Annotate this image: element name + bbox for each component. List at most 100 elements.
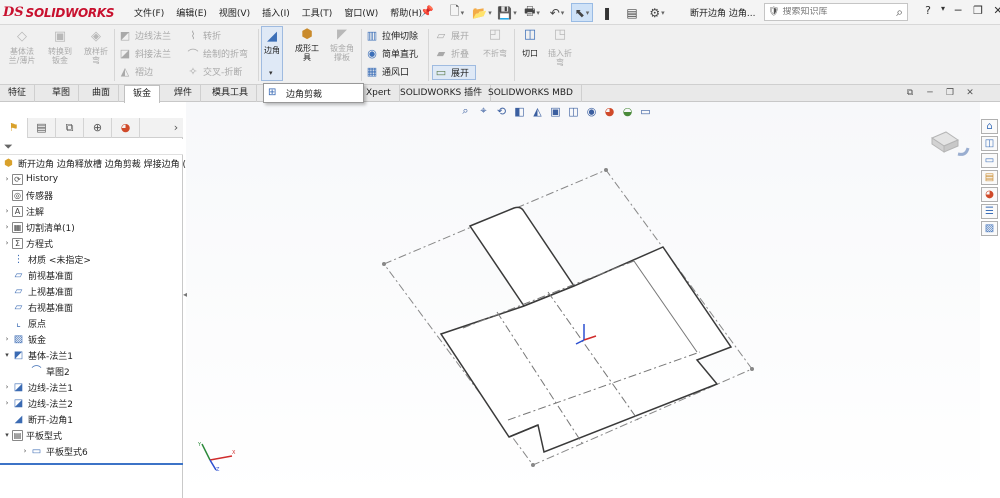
- restore-doc-icon[interactable]: ❐: [940, 88, 960, 98]
- undo-button[interactable]: ↶ ▾: [546, 3, 568, 22]
- minimize-icon[interactable]: ─: [948, 4, 968, 17]
- new-document-button[interactable]: 🗋 ▾: [446, 3, 468, 22]
- property-manager-tab[interactable]: ▤: [28, 117, 56, 138]
- simple-hole-button[interactable]: ◉ 简单直孔: [365, 46, 418, 61]
- tree-root[interactable]: ⬢ 断开边角 边角释放槽 边角剪裁 焊接边角 (: [2, 155, 186, 171]
- tab-mold-tools[interactable]: 模具工具: [204, 85, 258, 102]
- no-bends-button[interactable]: ◰ 不折弯: [478, 27, 512, 58]
- forming-tool-button[interactable]: ⬢ 成形工 具: [290, 27, 324, 62]
- tree-item[interactable]: ▱ 前视基准面: [2, 267, 73, 283]
- tree-item[interactable]: › ◪ 边线-法兰1: [2, 379, 73, 395]
- corner-trim-item[interactable]: 边角剪裁: [286, 87, 322, 100]
- tree-item[interactable]: › ▭ 平板型式6: [20, 443, 88, 459]
- tree-item[interactable]: › ▦ 切割清单(1): [2, 219, 75, 235]
- expand-arrow-icon[interactable]: ›: [20, 447, 30, 455]
- options-button[interactable]: ⚙ ▾: [646, 3, 668, 22]
- tree-item[interactable]: › ▨ 钣金: [2, 331, 46, 347]
- tree-item[interactable]: ⋮ 材质 <未指定>: [2, 251, 91, 267]
- tab-weldments[interactable]: 焊件: [166, 85, 202, 102]
- tree-item[interactable]: ▾ ▤ 平板型式: [2, 427, 62, 443]
- menu-window[interactable]: 窗口(W): [344, 6, 378, 19]
- menu-file[interactable]: 文件(F): [134, 6, 164, 19]
- corner-dropdown-arrow-icon[interactable]: ▾: [269, 69, 273, 77]
- tree-item[interactable]: ⌞ 原点: [2, 315, 46, 331]
- menu-insert[interactable]: 插入(I): [262, 6, 290, 19]
- menu-view[interactable]: 视图(V): [219, 6, 250, 19]
- custom-properties-icon[interactable]: ☰: [981, 204, 998, 219]
- tree-item[interactable]: ⌒ 草图2: [20, 363, 70, 379]
- insert-bends-button[interactable]: ◳ 插入折 弯: [545, 27, 575, 67]
- sketched-bend-button[interactable]: ⌒ 绘制的折弯: [186, 46, 249, 61]
- tree-item[interactable]: ▱ 右视基准面: [2, 299, 73, 315]
- menu-edit[interactable]: 编辑(E): [176, 6, 207, 19]
- expand-arrow-icon[interactable]: ›: [2, 399, 12, 407]
- minimize-doc-icon[interactable]: ─: [920, 88, 940, 98]
- expand-arrow-icon[interactable]: ›: [2, 207, 12, 215]
- convert-to-sheet-metal-button[interactable]: ▣ 转换到 钣金: [44, 29, 76, 65]
- file-explorer-icon[interactable]: ▭: [981, 153, 998, 168]
- help-dropdown-icon[interactable]: ▾: [938, 4, 948, 17]
- tile-window-icon[interactable]: ⧉: [900, 88, 920, 98]
- extruded-cut-button[interactable]: ▥ 拉伸切除: [365, 28, 418, 43]
- expand-arrow-icon[interactable]: ›: [2, 335, 12, 343]
- search-icon[interactable]: ⌕: [896, 5, 903, 20]
- close-doc-icon[interactable]: ✕: [960, 88, 980, 98]
- tree-item[interactable]: › ◪ 边线-法兰2: [2, 395, 73, 411]
- open-button[interactable]: 📂 ▾: [471, 3, 493, 22]
- feature-manager-tab[interactable]: ⚑: [0, 117, 28, 138]
- menu-tools[interactable]: 工具(T): [302, 6, 333, 19]
- tree-item[interactable]: ◢ 断开-边角1: [2, 411, 73, 427]
- configuration-manager-tab[interactable]: ⧉: [56, 117, 84, 138]
- expanded-arrow-icon[interactable]: ▾: [2, 431, 12, 439]
- jog-button[interactable]: ⌇ 转折: [186, 28, 221, 43]
- hem-button[interactable]: ◭ 褶边: [118, 64, 153, 79]
- dimxpert-tab[interactable]: ⊕: [84, 117, 112, 138]
- flat-pattern-model[interactable]: [186, 102, 980, 498]
- tab-solidworks-mbd[interactable]: SOLIDWORKS MBD: [480, 85, 582, 102]
- expand-arrow-icon[interactable]: ›: [2, 239, 12, 247]
- base-flange-button[interactable]: ◇ 基体法 兰/薄片: [4, 29, 40, 65]
- rebuild-button[interactable]: ❚: [596, 3, 618, 22]
- tab-sheet-metal[interactable]: 钣金: [124, 85, 161, 103]
- help-icon[interactable]: ?: [918, 4, 938, 17]
- home-icon[interactable]: ⌂: [981, 119, 998, 134]
- edge-flange-button[interactable]: ◩ 边线法兰: [118, 28, 171, 43]
- select-button[interactable]: ⬉ ▾: [571, 3, 593, 22]
- tree-item[interactable]: › A 注解: [2, 203, 44, 219]
- search-input[interactable]: [782, 7, 883, 17]
- tab-sketch[interactable]: 草图: [44, 85, 80, 102]
- cross-break-button[interactable]: ✧ 交叉-折断: [186, 64, 242, 79]
- tree-item[interactable]: › ⟳ History: [2, 171, 58, 187]
- tree-item[interactable]: ▱ 上视基准面: [2, 283, 73, 299]
- print-button[interactable]: 🖶 ▾: [521, 3, 543, 22]
- save-button[interactable]: 💾 ▾: [496, 3, 518, 22]
- tree-item[interactable]: ▾ ◩ 基体-法兰1: [2, 347, 73, 363]
- design-library-icon[interactable]: ▤: [981, 170, 998, 185]
- expanded-arrow-icon[interactable]: ▾: [2, 351, 12, 359]
- appearances-icon[interactable]: ◕: [981, 187, 998, 202]
- tab-surfaces[interactable]: 曲面: [84, 85, 120, 102]
- corner-button[interactable]: ◢ 边角 ▾: [261, 26, 283, 81]
- rip-button[interactable]: ◫ 切口: [518, 27, 542, 58]
- tab-features[interactable]: 特征: [0, 85, 36, 102]
- resources-icon[interactable]: ◫: [981, 136, 998, 151]
- tree-filter[interactable]: ⏷: [0, 139, 183, 155]
- forum-icon[interactable]: ▨: [981, 221, 998, 236]
- close-icon[interactable]: ✕: [988, 4, 1000, 17]
- pin-icon[interactable]: 📌: [420, 5, 434, 18]
- unfold-button[interactable]: ▱ 展开: [434, 28, 469, 43]
- display-manager-tab[interactable]: ◕: [112, 117, 140, 138]
- lofted-bend-button[interactable]: ◈ 放样折 弯: [80, 29, 112, 65]
- miter-flange-button[interactable]: ◪ 斜接法兰: [118, 46, 171, 61]
- search-box[interactable]: 🛡 ⌕: [764, 3, 908, 21]
- tab-solidworks-addins[interactable]: SOLIDWORKS 插件: [392, 85, 492, 102]
- expand-arrow-icon[interactable]: ›: [2, 175, 12, 183]
- restore-icon[interactable]: ❐: [968, 4, 988, 17]
- tree-item[interactable]: › Σ 方程式: [2, 235, 53, 251]
- sheet-metal-gusset-button[interactable]: ◤ 钣金角 撑板: [326, 27, 358, 62]
- panel-collapse-handle[interactable]: ◂: [183, 290, 189, 304]
- tree-item[interactable]: ◎ 传感器: [2, 187, 53, 203]
- menu-help[interactable]: 帮助(H): [390, 6, 422, 19]
- fold-button[interactable]: ▰ 折叠: [434, 46, 469, 61]
- expand-arrow-icon[interactable]: ›: [2, 383, 12, 391]
